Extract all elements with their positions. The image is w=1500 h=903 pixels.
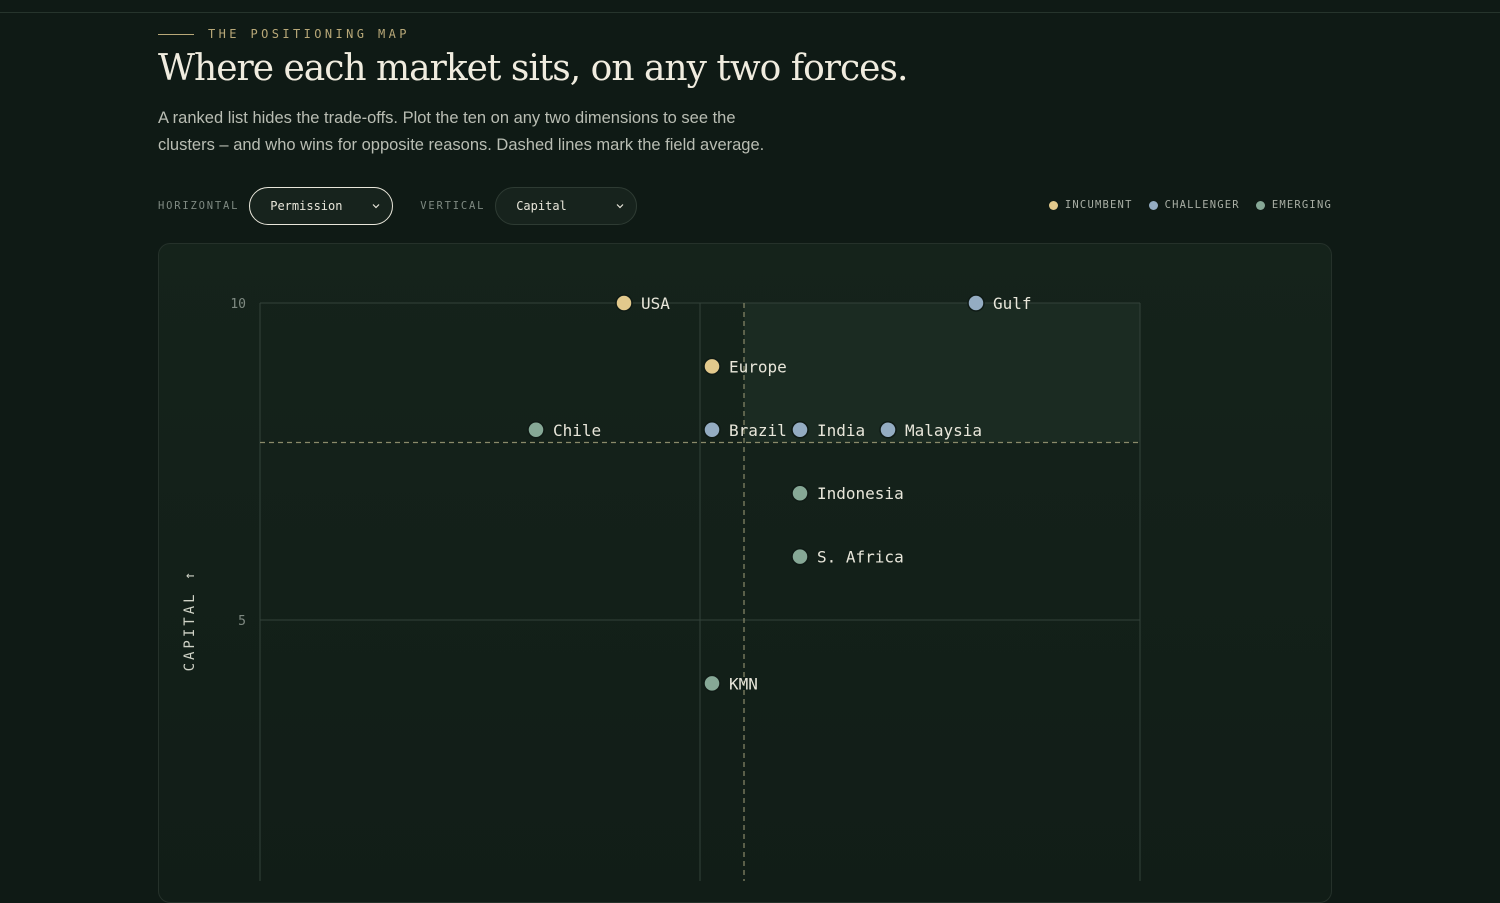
data-point: [791, 484, 809, 502]
point-label: Gulf: [993, 294, 1032, 313]
point-label: Malaysia: [905, 421, 982, 440]
point-label: Brazil: [729, 421, 787, 440]
data-point: [703, 357, 721, 376]
data-point: [703, 421, 721, 439]
point-label: Indonesia: [817, 484, 904, 503]
data-point: [527, 421, 545, 439]
data-point: [967, 294, 985, 312]
data-point: [615, 294, 633, 312]
point-label: Chile: [553, 421, 601, 440]
point-label: Europe: [729, 357, 787, 376]
data-point: [791, 547, 809, 566]
data-point: [791, 421, 809, 439]
data-point: [879, 421, 897, 439]
point-label: USA: [641, 294, 670, 313]
data-point: [703, 674, 721, 693]
point-label: S. Africa: [817, 548, 904, 567]
positioning-chart: 5 10 USA Gulf Europe Chile Brazil India Malaysia…: [230, 294, 1141, 881]
y-tick-label: 5: [238, 614, 246, 629]
y-tick-label: 10: [230, 297, 246, 312]
point-label: India: [817, 421, 865, 440]
point-label: KMN: [729, 674, 758, 693]
